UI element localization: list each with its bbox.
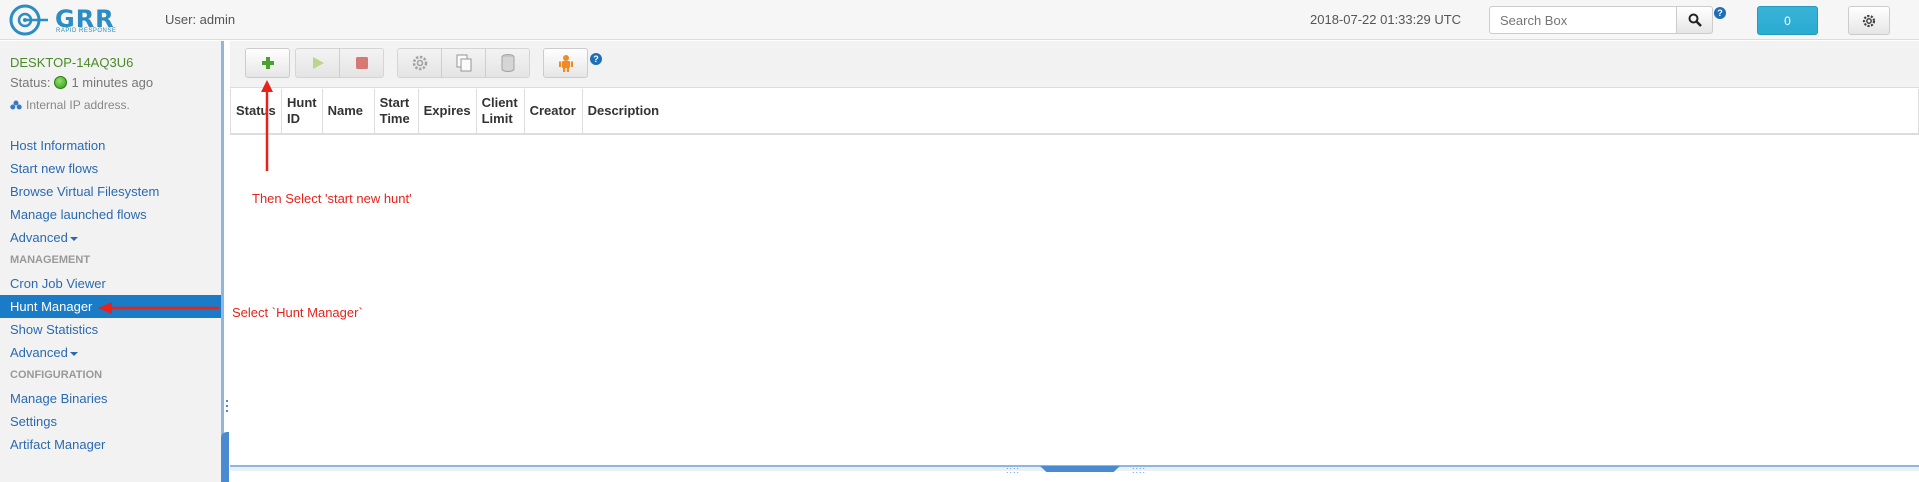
copy-icon: [456, 54, 471, 72]
gear-icon: [412, 55, 427, 71]
annotation-hunt-manager: Select `Hunt Manager`: [232, 305, 363, 320]
sidebar-item-settings[interactable]: Settings: [0, 410, 221, 433]
search-icon: [1688, 13, 1702, 27]
sidebar-item-cron-job-viewer[interactable]: Cron Job Viewer: [0, 272, 221, 295]
search-button[interactable]: [1676, 6, 1713, 34]
stop-icon: [355, 57, 368, 69]
annotation-arrow-up: [261, 80, 273, 171]
client-ip-text: Internal IP address.: [26, 98, 130, 112]
user-label: User: admin: [165, 12, 236, 27]
top-header: GRR RAPID RESPONSE User: admin 2018-07-2…: [0, 0, 1919, 40]
caret-down-icon: [69, 236, 78, 241]
grr-logo-icon: [9, 4, 48, 36]
settings-button[interactable]: [1848, 6, 1890, 35]
hunts-table: Status Hunt ID Name Start Time Expires Cli…: [230, 89, 1919, 135]
notifications-button[interactable]: 0: [1757, 6, 1818, 35]
copy-hunt-button[interactable]: [441, 48, 486, 78]
sidebar-item-advanced-management[interactable]: Advanced: [0, 341, 221, 364]
sidebar-resize-handle[interactable]: [226, 400, 230, 412]
advanced-label: Advanced: [10, 345, 68, 360]
column-header-hunt-id[interactable]: Hunt ID: [281, 89, 323, 135]
archive-hunt-button[interactable]: [485, 48, 530, 78]
modify-hunt-button[interactable]: [397, 48, 442, 78]
sidebar-item-start-new-flows[interactable]: Start new flows: [0, 157, 221, 180]
run-hunt-button[interactable]: [295, 48, 340, 78]
sidebar-item-browse-vfs[interactable]: Browse Virtual Filesystem: [0, 180, 221, 203]
stop-hunt-button[interactable]: [339, 48, 384, 78]
search-input[interactable]: [1489, 6, 1677, 34]
client-status: Status: 1 minutes ago: [10, 75, 153, 90]
splitter-grip-left: ::::: [1006, 465, 1021, 475]
new-hunt-button[interactable]: [245, 48, 290, 78]
hunt-robot-button[interactable]: [543, 48, 588, 78]
column-header-expires[interactable]: Expires: [417, 89, 477, 135]
sidebar-item-advanced-client[interactable]: Advanced: [0, 226, 221, 249]
annotation-start-new-hunt: Then Select 'start new hunt': [252, 191, 412, 206]
plus-icon: [261, 57, 274, 69]
robot-icon: [558, 55, 573, 72]
section-heading-configuration: CONFIGURATION: [10, 369, 103, 381]
online-status-icon: [54, 76, 68, 89]
grr-logo[interactable]: GRR RAPID RESPONSE: [8, 3, 118, 37]
database-icon: [501, 54, 514, 72]
annotation-arrow-left: [98, 302, 219, 314]
table-header-row: Status Hunt ID Name Start Time Expires Cli…: [230, 89, 1919, 135]
column-header-client-limit[interactable]: Client Limit: [475, 89, 525, 135]
sidebar-item-show-statistics[interactable]: Show Statistics: [0, 318, 221, 341]
advanced-label: Advanced: [10, 230, 68, 245]
splitter-handle[interactable]: [1040, 466, 1120, 472]
client-hostname[interactable]: DESKTOP-14AQ3U6: [10, 55, 133, 70]
sidebar-item-artifact-manager[interactable]: Artifact Manager: [0, 433, 221, 456]
sidebar-toggle-tab[interactable]: [221, 432, 229, 482]
sidebar-item-manage-binaries[interactable]: Manage Binaries: [0, 387, 221, 410]
play-icon: [312, 57, 324, 69]
status-label: Status:: [10, 75, 51, 90]
client-ip: Internal IP address.: [10, 98, 130, 112]
section-heading-management: MANAGEMENT: [10, 254, 91, 266]
hunt-toolbar: ?: [230, 41, 1919, 88]
column-header-description[interactable]: Description: [581, 89, 1919, 135]
sidebar: DESKTOP-14AQ3U6 Status: 1 minutes ago In…: [0, 41, 224, 482]
caret-down-icon: [69, 351, 78, 356]
network-icon: [10, 100, 22, 110]
server-clock: 2018-07-22 01:33:29 UTC: [1310, 12, 1462, 27]
splitter-grip-right: ::::: [1132, 465, 1147, 475]
column-header-name[interactable]: Name: [321, 89, 375, 135]
last-seen-text: 1 minutes ago: [71, 75, 154, 90]
gear-icon: [1862, 14, 1876, 27]
column-header-creator[interactable]: Creator: [523, 89, 583, 135]
sidebar-item-host-information[interactable]: Host Information: [0, 134, 221, 157]
logo-subtitle: RAPID RESPONSE: [56, 28, 117, 34]
search-help-icon[interactable]: ?: [1714, 7, 1726, 19]
toolbar-help-icon[interactable]: ?: [590, 53, 602, 65]
sidebar-item-manage-launched-flows[interactable]: Manage launched flows: [0, 203, 221, 226]
column-header-start-time[interactable]: Start Time: [373, 89, 419, 135]
